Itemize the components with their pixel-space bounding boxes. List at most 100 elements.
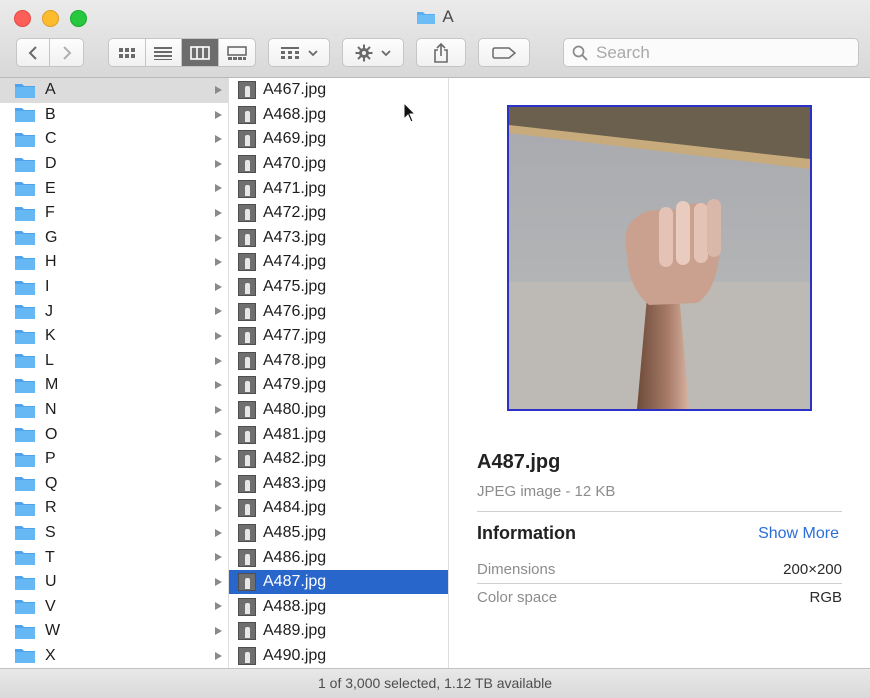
file-row[interactable]: A483.jpg xyxy=(229,472,448,497)
window-title-text: A xyxy=(442,7,454,26)
disclosure-arrow-icon xyxy=(215,282,222,291)
file-row[interactable]: A484.jpg xyxy=(229,496,448,521)
folder-row[interactable]: V xyxy=(0,594,228,619)
folder-label: F xyxy=(45,204,55,222)
file-row[interactable]: A467.jpg xyxy=(229,78,448,103)
file-row[interactable]: A480.jpg xyxy=(229,398,448,423)
folder-icon xyxy=(15,108,35,123)
file-row[interactable]: A469.jpg xyxy=(229,127,448,152)
folder-label: B xyxy=(45,105,56,123)
disclosure-arrow-icon xyxy=(215,602,222,611)
folder-row[interactable]: D xyxy=(0,152,228,177)
folder-row[interactable]: U xyxy=(0,570,228,595)
folder-row[interactable]: K xyxy=(0,324,228,349)
group-by-button[interactable] xyxy=(268,38,330,67)
share-button[interactable] xyxy=(416,38,466,67)
folder-row[interactable]: P xyxy=(0,447,228,472)
folder-row[interactable]: Q xyxy=(0,472,228,497)
folder-row[interactable]: G xyxy=(0,226,228,251)
folder-row[interactable]: I xyxy=(0,275,228,300)
back-button[interactable] xyxy=(17,39,51,66)
folder-row[interactable]: B xyxy=(0,103,228,128)
file-row[interactable]: A474.jpg xyxy=(229,250,448,275)
folder-icon xyxy=(15,378,35,393)
file-row[interactable]: A477.jpg xyxy=(229,324,448,349)
file-row[interactable]: A479.jpg xyxy=(229,373,448,398)
window-toolbar: A Search xyxy=(0,0,870,78)
file-row[interactable]: A487.jpg xyxy=(229,569,448,595)
list-view-button[interactable] xyxy=(146,39,182,66)
file-column[interactable]: A467.jpg A468.jpg A469.jpg A470.jpg A471.jpg… xyxy=(229,78,449,668)
folder-icon xyxy=(15,132,35,147)
folder-row[interactable]: T xyxy=(0,545,228,570)
folder-row[interactable]: L xyxy=(0,349,228,374)
folder-row[interactable]: H xyxy=(0,250,228,275)
file-row[interactable]: A478.jpg xyxy=(229,349,448,374)
file-row[interactable]: A489.jpg xyxy=(229,619,448,644)
disclosure-arrow-icon xyxy=(215,86,222,94)
folder-row[interactable]: R xyxy=(0,496,228,521)
folder-row[interactable]: F xyxy=(0,201,228,226)
group-grid-icon xyxy=(281,46,299,59)
disclosure-arrow-icon xyxy=(215,331,222,340)
folder-row[interactable]: N xyxy=(0,398,228,423)
forward-button[interactable] xyxy=(50,39,83,66)
file-row[interactable]: A482.jpg xyxy=(229,447,448,472)
file-row[interactable]: A471.jpg xyxy=(229,176,448,201)
tags-button[interactable] xyxy=(478,38,530,67)
file-row[interactable]: A470.jpg xyxy=(229,152,448,177)
folder-row[interactable]: O xyxy=(0,422,228,447)
image-thumbnail-icon xyxy=(238,253,256,272)
disclosure-arrow-icon xyxy=(215,553,222,562)
file-row[interactable]: A490.jpg xyxy=(229,644,448,668)
information-header: Information xyxy=(477,523,576,543)
file-label: A475.jpg xyxy=(263,278,327,296)
folder-column[interactable]: ABCDEFGHIJKLMNOPQRSTUVWX xyxy=(0,78,229,668)
disclosure-arrow-icon xyxy=(215,356,222,365)
file-row[interactable]: A488.jpg xyxy=(229,594,448,619)
disclosure-arrow-icon xyxy=(215,627,222,636)
file-row[interactable]: A472.jpg xyxy=(229,201,448,226)
folder-row[interactable]: W xyxy=(0,619,228,644)
folder-icon xyxy=(15,477,35,492)
preview-filename: A487.jpg xyxy=(477,451,561,473)
file-row[interactable]: A481.jpg xyxy=(229,422,448,447)
file-row[interactable]: A475.jpg xyxy=(229,275,448,300)
file-label: A470.jpg xyxy=(263,155,327,173)
folder-row[interactable]: X xyxy=(0,644,228,668)
icon-view-button[interactable] xyxy=(109,39,146,66)
search-field[interactable]: Search xyxy=(563,38,859,67)
folder-row[interactable]: M xyxy=(0,373,228,398)
disclosure-arrow-icon xyxy=(215,159,222,168)
folder-row[interactable]: E xyxy=(0,176,228,201)
folder-row[interactable]: C xyxy=(0,127,228,152)
file-row[interactable]: A485.jpg xyxy=(229,521,448,546)
image-thumbnail-icon xyxy=(238,597,256,616)
column-view-button[interactable] xyxy=(182,39,219,66)
file-row[interactable]: A476.jpg xyxy=(229,299,448,324)
image-thumbnail-icon xyxy=(238,278,256,297)
folder-icon xyxy=(416,9,436,30)
folder-icon xyxy=(15,526,35,541)
file-label: A481.jpg xyxy=(263,425,327,443)
disclosure-arrow-icon xyxy=(215,479,222,488)
disclosure-arrow-icon xyxy=(215,577,222,586)
file-row[interactable]: A486.jpg xyxy=(229,545,448,570)
folder-label: Q xyxy=(45,474,58,492)
show-more-link[interactable]: Show More xyxy=(758,525,839,543)
folder-label: I xyxy=(45,278,50,296)
disclosure-arrow-icon xyxy=(215,307,222,316)
folder-row[interactable]: A xyxy=(0,78,228,103)
file-label: A483.jpg xyxy=(263,474,327,492)
folder-row[interactable]: S xyxy=(0,521,228,546)
file-label: A488.jpg xyxy=(263,597,327,615)
folder-icon xyxy=(15,329,35,344)
file-row[interactable]: A473.jpg xyxy=(229,226,448,251)
image-thumbnail-icon xyxy=(238,573,256,592)
folder-label: M xyxy=(45,376,59,394)
folder-label: X xyxy=(45,646,56,664)
gallery-view-button[interactable] xyxy=(219,39,255,66)
action-menu-button[interactable] xyxy=(342,38,404,67)
folder-row[interactable]: J xyxy=(0,299,228,324)
folder-icon xyxy=(15,182,35,197)
